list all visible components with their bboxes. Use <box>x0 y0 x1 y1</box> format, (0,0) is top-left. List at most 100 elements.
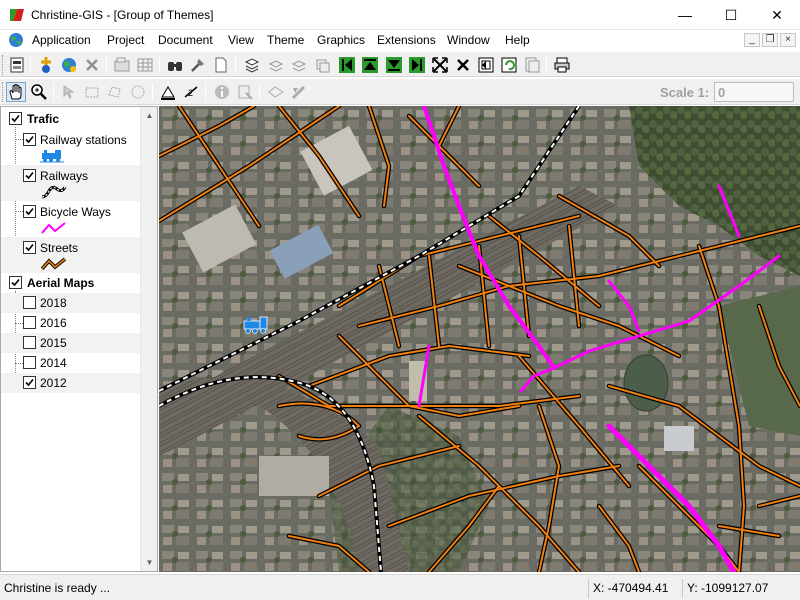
page-icon[interactable] <box>211 55 231 75</box>
street-line-symbol <box>41 257 67 271</box>
zoom-to-selected-icon[interactable] <box>476 55 496 75</box>
menu-document[interactable]: Document <box>158 33 213 47</box>
measure-area-icon[interactable] <box>158 82 178 102</box>
menu-graphics[interactable]: Graphics <box>317 33 365 47</box>
hotlink-icon[interactable] <box>235 82 255 102</box>
layer-group-icon[interactable] <box>313 55 333 75</box>
group-aerial-maps-checkbox[interactable] <box>9 276 22 289</box>
menu-view[interactable]: View <box>228 33 254 47</box>
move-up-icon[interactable] <box>360 55 380 75</box>
move-down-icon[interactable] <box>384 55 404 75</box>
move-last-icon[interactable] <box>407 55 427 75</box>
scroll-down-icon[interactable]: ▼ <box>141 554 157 571</box>
new-project-icon[interactable] <box>7 55 27 75</box>
status-message: Christine is ready ... <box>4 581 111 595</box>
layer-2018-label: 2018 <box>40 296 67 310</box>
add-layer-globe-icon[interactable] <box>59 55 79 75</box>
scale-label: Scale 1: <box>660 85 710 100</box>
menu-bar: Application Project Document View Theme … <box>0 30 800 51</box>
toolbar-grip[interactable] <box>2 82 5 102</box>
print-icon[interactable] <box>552 55 572 75</box>
layer-railways-checkbox[interactable] <box>23 169 36 182</box>
layer-railway-stations-checkbox[interactable] <box>23 133 36 146</box>
zoom-in-icon[interactable] <box>29 82 49 102</box>
legend-group-aerial-maps[interactable]: Aerial Maps <box>1 273 141 293</box>
query-tool-icon[interactable] <box>188 55 208 75</box>
graphics-tool-icon[interactable] <box>289 82 309 102</box>
theme-properties-icon[interactable] <box>112 55 132 75</box>
print-preview-icon[interactable] <box>522 55 542 75</box>
layer-2015-checkbox[interactable] <box>23 336 36 349</box>
document-minimize-button[interactable]: _ <box>744 33 760 47</box>
layer-2015-label: 2015 <box>40 336 67 350</box>
label-tool-icon[interactable] <box>266 82 286 102</box>
scale-input[interactable] <box>714 82 794 102</box>
refresh-icon[interactable] <box>499 55 519 75</box>
legend-layer-railways[interactable]: Railways <box>1 165 141 201</box>
layer-2018-checkbox[interactable] <box>23 296 36 309</box>
measure-distance-icon[interactable]: 2 <box>181 82 201 102</box>
maximize-button[interactable]: ☐ <box>708 0 754 30</box>
legend-layer-2016[interactable]: 2016 <box>1 313 141 333</box>
globe-icon[interactable] <box>8 32 24 48</box>
add-theme-icon[interactable] <box>36 55 56 75</box>
tools-toolbar: 2 Scale 1: <box>0 78 800 105</box>
layer-2014-checkbox[interactable] <box>23 356 36 369</box>
aerial-map-2012 <box>159 106 800 572</box>
menu-extensions[interactable]: Extensions <box>377 33 436 47</box>
zoom-to-active-icon[interactable] <box>453 55 473 75</box>
train-icon <box>40 150 64 163</box>
status-bar: Christine is ready ... X: -470494.41 Y: … <box>0 574 800 600</box>
find-icon[interactable] <box>165 55 185 75</box>
menu-theme[interactable]: Theme <box>267 33 304 47</box>
layer-down-icon[interactable] <box>289 55 309 75</box>
menu-window[interactable]: Window <box>447 33 490 47</box>
toolbar-grip[interactable] <box>2 55 5 75</box>
legend-layer-bicycle-ways[interactable]: Bicycle Ways <box>1 201 141 237</box>
bicycle-way-line-symbol <box>41 222 66 234</box>
layer-railways-label: Railways <box>40 169 89 183</box>
close-button[interactable]: ✕ <box>754 0 800 30</box>
railway-line-symbol <box>41 185 67 199</box>
select-circle-icon[interactable] <box>128 82 148 102</box>
legend-group-trafic[interactable]: Trafic <box>1 109 141 129</box>
document-restore-button[interactable]: ❐ <box>762 33 778 47</box>
move-first-icon[interactable] <box>337 55 357 75</box>
map-view[interactable] <box>159 106 800 572</box>
layer-up-icon[interactable] <box>266 55 286 75</box>
group-trafic-checkbox[interactable] <box>9 112 22 125</box>
group-aerial-maps-label: Aerial Maps <box>27 276 95 290</box>
layer-bicycle-ways-checkbox[interactable] <box>23 205 36 218</box>
select-tool-icon[interactable] <box>59 82 79 102</box>
layer-streets-checkbox[interactable] <box>23 241 36 254</box>
main-toolbar <box>0 51 800 77</box>
select-rect-icon[interactable] <box>82 82 102 102</box>
window-title: Christine-GIS - [Group of Themes] <box>31 8 214 22</box>
legend-layer-2012[interactable]: 2012 <box>1 373 141 393</box>
info-icon[interactable] <box>212 82 232 102</box>
pan-hand-icon[interactable] <box>6 82 26 102</box>
legend-layer-2015[interactable]: 2015 <box>1 333 141 353</box>
select-polygon-icon[interactable] <box>105 82 125 102</box>
legend-layer-2014[interactable]: 2014 <box>1 353 141 373</box>
scroll-up-icon[interactable]: ▲ <box>141 107 157 124</box>
zoom-to-full-icon[interactable] <box>430 55 450 75</box>
layer-2012-label: 2012 <box>40 376 67 390</box>
menu-application[interactable]: Application <box>32 33 91 47</box>
legend-scrollbar[interactable]: ▲ ▼ <box>140 107 157 571</box>
minimize-button[interactable]: — <box>662 0 708 30</box>
legend-layer-2018[interactable]: 2018 <box>1 293 141 313</box>
document-close-button[interactable]: × <box>780 33 796 47</box>
layer-stack-icon[interactable] <box>242 55 262 75</box>
table-icon[interactable] <box>135 55 155 75</box>
delete-icon[interactable] <box>82 55 102 75</box>
menu-project[interactable]: Project <box>107 33 144 47</box>
layer-2016-label: 2016 <box>40 316 67 330</box>
legend-layer-railway-stations[interactable]: Railway stations <box>1 129 141 165</box>
legend-panel: Trafic Railway stations Railways Bicycle… <box>0 106 158 572</box>
layer-2012-checkbox[interactable] <box>23 376 36 389</box>
menu-help[interactable]: Help <box>505 33 530 47</box>
layer-streets-label: Streets <box>40 241 79 255</box>
layer-2016-checkbox[interactable] <box>23 316 36 329</box>
legend-layer-streets[interactable]: Streets <box>1 237 141 273</box>
